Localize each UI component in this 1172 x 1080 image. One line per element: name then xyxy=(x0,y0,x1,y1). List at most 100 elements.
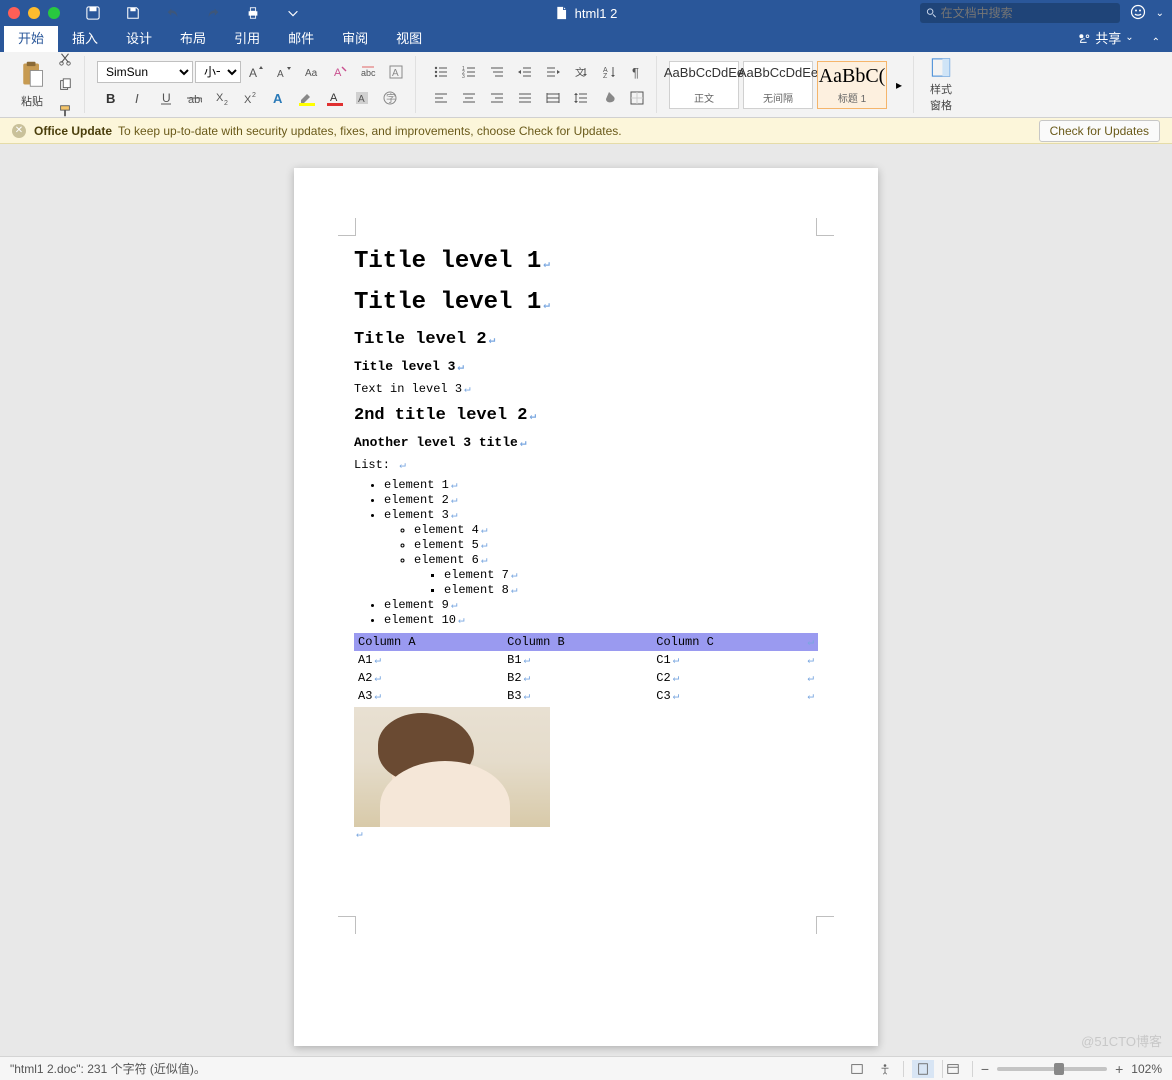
change-case-icon[interactable]: Aa xyxy=(299,61,325,83)
close-window-button[interactable] xyxy=(8,7,20,19)
list-item[interactable]: element 9↵ xyxy=(384,598,818,612)
multilevel-button[interactable] xyxy=(484,61,510,83)
share-button[interactable]: 共享 ⌄ xyxy=(1067,23,1143,52)
styles-pane-button[interactable]: 样式 窗格 xyxy=(920,56,962,113)
zoom-level[interactable]: 102% xyxy=(1131,1062,1162,1076)
highlight-button[interactable] xyxy=(293,87,319,109)
autosave-icon[interactable] xyxy=(80,2,106,24)
align-center-button[interactable] xyxy=(456,87,482,109)
text-direction-button[interactable]: 文 xyxy=(568,61,594,83)
tab-review[interactable]: 审阅 xyxy=(328,23,382,52)
justify-button[interactable] xyxy=(512,87,538,109)
zoom-out-button[interactable]: − xyxy=(981,1061,989,1077)
qat-customize-icon[interactable] xyxy=(280,2,306,24)
sort-button[interactable]: AZ xyxy=(596,61,622,83)
heading-2[interactable]: Title level 2↵ xyxy=(354,330,818,349)
cut-icon[interactable] xyxy=(52,48,78,70)
redo-icon[interactable] xyxy=(200,2,226,24)
zoom-slider[interactable] xyxy=(997,1067,1107,1071)
heading-3[interactable]: Title level 3↵ xyxy=(354,359,818,374)
bullet-list[interactable]: element 1↵ element 2↵ element 3↵ element… xyxy=(354,478,818,627)
heading-1[interactable]: Title level 1↵ xyxy=(354,248,818,275)
table-header[interactable]: Column B xyxy=(503,633,652,651)
numbering-button[interactable]: 123 xyxy=(456,61,482,83)
list-item[interactable]: element 10↵ xyxy=(384,613,818,627)
table-row[interactable]: A1↵B1↵C1↵↵ xyxy=(354,651,818,669)
table-header[interactable]: Column C xyxy=(652,633,801,651)
print-icon[interactable] xyxy=(240,2,266,24)
close-notice-icon[interactable]: ✕ xyxy=(12,124,26,138)
list-item[interactable]: element 3↵ element 4↵ element 5↵ element… xyxy=(384,508,818,597)
styles-more-icon[interactable]: ▸ xyxy=(891,78,907,92)
borders-button[interactable] xyxy=(624,87,650,109)
line-spacing-button[interactable] xyxy=(568,87,594,109)
collapse-ribbon-icon[interactable]: ⌃ xyxy=(1144,37,1168,52)
undo-icon[interactable] xyxy=(160,2,186,24)
list-item[interactable]: element 5↵ xyxy=(414,538,818,552)
list-item[interactable]: element 1↵ xyxy=(384,478,818,492)
save-icon[interactable] xyxy=(120,2,146,24)
tab-home[interactable]: 开始 xyxy=(4,23,58,52)
feedback-icon[interactable] xyxy=(1130,4,1146,23)
style-no-spacing[interactable]: AaBbCcDdEe 无间隔 xyxy=(743,61,813,109)
heading-3[interactable]: Another level 3 title↵ xyxy=(354,435,818,450)
align-left-button[interactable] xyxy=(428,87,454,109)
copy-icon[interactable] xyxy=(52,74,78,96)
align-right-button[interactable] xyxy=(484,87,510,109)
web-layout-view-icon[interactable] xyxy=(942,1060,964,1078)
titlebar-menu-icon[interactable]: ⌄ xyxy=(1156,8,1164,19)
enclose-char-button[interactable]: 字 xyxy=(377,87,403,109)
embedded-image[interactable] xyxy=(354,707,550,827)
heading-2[interactable]: 2nd title level 2↵ xyxy=(354,406,818,425)
show-marks-button[interactable]: ¶ xyxy=(624,61,650,83)
paragraph[interactable]: List: ↵ xyxy=(354,458,818,472)
table-header[interactable]: Column A xyxy=(354,633,503,651)
subscript-button[interactable]: X2 xyxy=(209,87,235,109)
clear-format-icon[interactable]: A xyxy=(327,61,353,83)
check-updates-button[interactable]: Check for Updates xyxy=(1039,120,1160,142)
print-layout-view-icon[interactable] xyxy=(912,1060,934,1078)
list-item[interactable]: element 7↵ xyxy=(444,568,818,582)
shrink-font-icon[interactable]: A xyxy=(271,61,297,83)
list-item[interactable]: element 8↵ xyxy=(444,583,818,597)
font-size-select[interactable]: 小一 xyxy=(195,61,241,83)
text-effects-button[interactable]: A xyxy=(265,87,291,109)
minimize-window-button[interactable] xyxy=(28,7,40,19)
table[interactable]: Column A Column B Column C ↵ A1↵B1↵C1↵↵ … xyxy=(354,633,818,705)
search-box[interactable] xyxy=(920,3,1120,23)
zoom-window-button[interactable] xyxy=(48,7,60,19)
paste-button[interactable]: 粘贴 xyxy=(14,60,50,109)
underline-button[interactable]: U xyxy=(153,87,179,109)
decrease-indent-button[interactable] xyxy=(512,61,538,83)
superscript-button[interactable]: X2 xyxy=(237,87,263,109)
search-input[interactable] xyxy=(941,6,1114,20)
tab-view[interactable]: 视图 xyxy=(382,23,436,52)
list-item[interactable]: element 4↵ xyxy=(414,523,818,537)
list-item[interactable]: element 2↵ xyxy=(384,493,818,507)
italic-button[interactable]: I xyxy=(125,87,151,109)
focus-mode-icon[interactable] xyxy=(847,1060,867,1078)
heading-1[interactable]: Title level 1↵ xyxy=(354,289,818,316)
font-family-select[interactable]: SimSun xyxy=(97,61,193,83)
shading-button[interactable] xyxy=(596,87,622,109)
document-canvas[interactable]: Title level 1↵ Title level 1↵ Title leve… xyxy=(0,144,1172,1056)
style-normal[interactable]: AaBbCcDdEe 正文 xyxy=(669,61,739,109)
tab-references[interactable]: 引用 xyxy=(220,23,274,52)
paragraph[interactable]: Text in level 3↵ xyxy=(354,382,818,396)
increase-indent-button[interactable] xyxy=(540,61,566,83)
tab-design[interactable]: 设计 xyxy=(112,23,166,52)
page[interactable]: Title level 1↵ Title level 1↵ Title leve… xyxy=(294,168,878,1046)
grow-font-icon[interactable]: A xyxy=(243,61,269,83)
table-header-row[interactable]: Column A Column B Column C ↵ xyxy=(354,633,818,651)
phonetic-guide-icon[interactable]: abc xyxy=(355,61,381,83)
tab-layout[interactable]: 布局 xyxy=(166,23,220,52)
font-color-button[interactable]: A xyxy=(321,87,347,109)
accessibility-icon[interactable] xyxy=(875,1060,895,1078)
document-body[interactable]: Title level 1↵ Title level 1↵ Title leve… xyxy=(354,248,818,841)
strikethrough-button[interactable]: abc xyxy=(181,87,207,109)
char-shading-button[interactable]: A xyxy=(349,87,375,109)
bold-button[interactable]: B xyxy=(97,87,123,109)
zoom-in-button[interactable]: + xyxy=(1115,1061,1123,1077)
list-item[interactable]: element 6↵ element 7↵ element 8↵ xyxy=(414,553,818,597)
distribute-button[interactable] xyxy=(540,87,566,109)
